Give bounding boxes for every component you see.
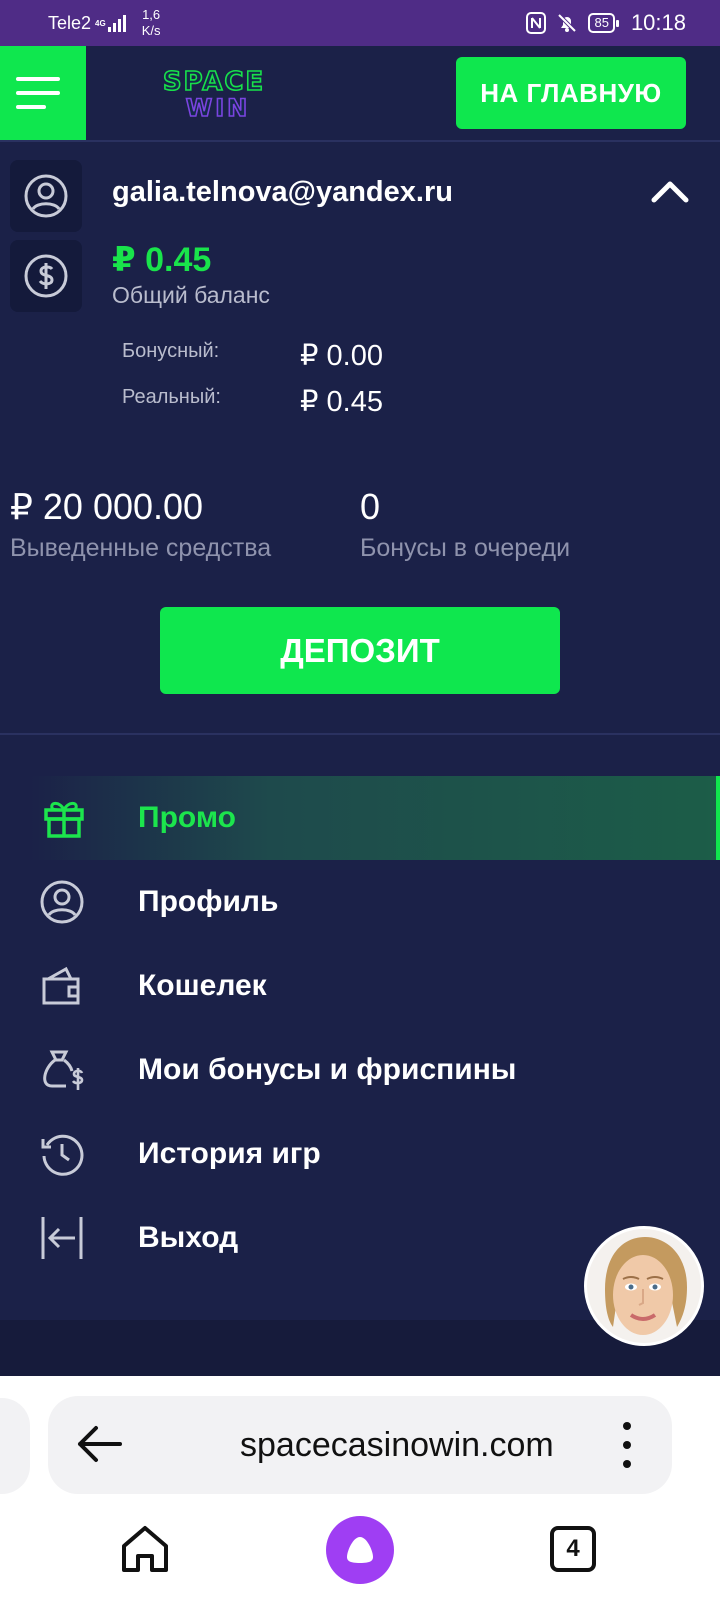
support-chat-avatar[interactable] (584, 1226, 704, 1346)
queued-bonuses-value: 0 (360, 486, 381, 527)
logo-text-space: SPACE (163, 67, 265, 97)
withdrawn-value: ₽ 20 000.00 (10, 486, 204, 527)
menu-item-label: История игр (138, 1137, 321, 1170)
history-icon (38, 1130, 86, 1178)
address-bar[interactable]: spacecasinowin.com (48, 1396, 672, 1494)
user-icon (38, 878, 86, 926)
dollar-coin-icon (10, 240, 82, 312)
browser-toolbar: spacecasinowin.com 4 (0, 1376, 720, 1600)
tabs-count-button[interactable]: 4 (550, 1526, 596, 1572)
user-avatar-icon (10, 160, 82, 232)
menu-item-wallet[interactable]: Кошелек (0, 944, 720, 1028)
real-balance-label: Реальный: (122, 386, 221, 408)
real-balance-value: ₽ 0.45 (300, 386, 383, 418)
menu-item-label: Профиль (138, 885, 279, 918)
account-menu: Промо Профиль Кошелек Мои бонусы и фрисп… (0, 776, 720, 1280)
total-balance-label: Общий баланс (112, 282, 270, 308)
bonus-balance-value: ₽ 0.00 (300, 340, 383, 372)
menu-item-game-history[interactable]: История игр (0, 1112, 720, 1196)
menu-item-bonuses[interactable]: Мои бонусы и фриспины (0, 1028, 720, 1112)
alice-assistant-button[interactable] (326, 1516, 394, 1584)
bonus-balance-label: Бонусный: (122, 340, 220, 362)
status-bar: Tele2 4G 1,6 K/s 85 10:18 (0, 0, 720, 46)
menu-item-label: Выход (138, 1221, 239, 1254)
money-bag-icon (38, 1046, 86, 1094)
menu-item-label: Мои бонусы и фриспины (138, 1053, 517, 1086)
nfc-icon (526, 12, 547, 34)
hamburger-menu-button[interactable] (0, 46, 86, 140)
header: SPACE WIN НА ГЛАВНУЮ (0, 46, 720, 142)
home-icon[interactable] (118, 1522, 172, 1576)
account-email: galia.telnova@yandex.ru (112, 176, 453, 208)
battery-indicator: 85 (588, 13, 620, 33)
divider (0, 733, 720, 735)
total-balance: ₽ 0.45 (112, 241, 212, 279)
menu-item-label: Кошелек (138, 969, 267, 1002)
back-arrow-icon[interactable] (76, 1424, 122, 1464)
chevron-up-icon[interactable] (650, 176, 690, 206)
deposit-button[interactable]: ДЕПОЗИТ (160, 607, 560, 694)
wallet-icon (38, 962, 86, 1010)
signal-icon (107, 14, 126, 32)
network-speed: 1,6 K/s (142, 7, 161, 39)
withdrawn-label: Выведенные средства (10, 534, 272, 562)
url-text[interactable]: spacecasinowin.com (240, 1426, 554, 1465)
menu-item-promo[interactable]: Промо (30, 776, 720, 860)
more-options-icon[interactable] (622, 1422, 632, 1468)
menu-item-profile[interactable]: Профиль (0, 860, 720, 944)
spacewin-logo[interactable]: SPACE WIN (124, 64, 304, 124)
speed-value: 1,6 (142, 7, 161, 22)
clock: 10:18 (630, 10, 686, 35)
network-type: 4G (95, 18, 106, 28)
logo-text-win: WIN (186, 94, 251, 122)
menu-item-label: Промо (138, 801, 236, 834)
previous-tab-stub[interactable] (0, 1398, 30, 1494)
queued-bonuses-label: Бонусы в очереди (360, 534, 571, 562)
bell-muted-icon (558, 13, 577, 33)
logout-icon (38, 1214, 86, 1262)
gift-icon (40, 794, 88, 842)
carrier-name: Tele2 (48, 12, 92, 33)
speed-unit: K/s (141, 23, 161, 38)
home-button[interactable]: НА ГЛАВНУЮ (456, 57, 686, 129)
